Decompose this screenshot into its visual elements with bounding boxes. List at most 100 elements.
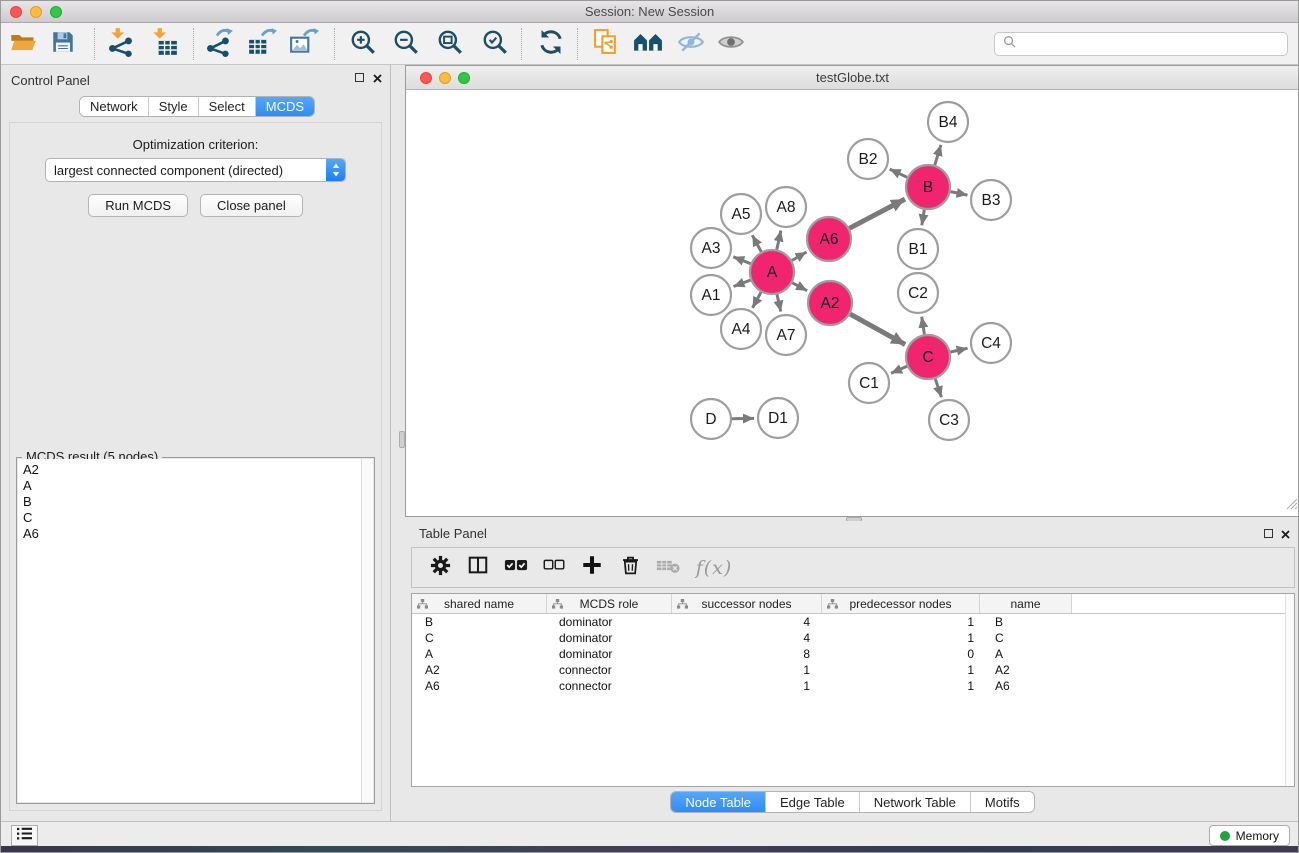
graph-edge-B-B3[interactable] [951, 192, 968, 196]
close-table-panel-button[interactable] [1280, 529, 1291, 540]
export-network-button[interactable] [202, 28, 236, 60]
table-panel: Table Panel f(x) shared name MCDS role [405, 521, 1299, 821]
show-all-button[interactable] [714, 28, 748, 60]
mcds-result-item[interactable]: A [23, 478, 361, 494]
tab-select[interactable]: Select [199, 97, 256, 116]
graph-edge-A-A5[interactable] [752, 235, 761, 252]
table-row[interactable]: A2connector11A2 [412, 662, 1294, 678]
tab-network-table[interactable]: Network Table [860, 792, 971, 812]
graph-edge-A-A8[interactable] [777, 231, 781, 250]
network-window-title: testGlobe.txt [406, 66, 1299, 90]
graph-edge-A-A4[interactable] [753, 292, 762, 308]
open-session-button[interactable] [6, 28, 40, 60]
optimization-criterion-select[interactable]: largest connected component (directed) [45, 158, 346, 182]
zoom-out-button[interactable] [389, 28, 423, 60]
table-scrollbar[interactable] [1285, 594, 1294, 786]
search-field[interactable] [994, 32, 1288, 56]
graph-edge-B-B1[interactable] [922, 210, 925, 226]
float-panel-button[interactable] [355, 73, 364, 82]
column-header-name[interactable]: name [980, 594, 1072, 613]
plus-icon [581, 554, 603, 581]
column-header-label: MCDS role [580, 597, 639, 611]
graph-node-label: D [705, 411, 716, 428]
graph-edge-B-B2[interactable] [890, 169, 908, 177]
run-mcds-button[interactable]: Run MCDS [88, 194, 188, 217]
show-columns-button[interactable] [466, 555, 490, 581]
graph-edge-A2-C[interactable] [850, 314, 905, 344]
close-window-button[interactable] [10, 6, 22, 18]
network-window-titlebar[interactable]: testGlobe.txt [406, 66, 1299, 90]
mcds-result-item[interactable]: B [23, 494, 361, 510]
graph-edge-A-A1[interactable] [734, 280, 751, 286]
save-session-button[interactable] [46, 28, 80, 60]
import-table-button[interactable] [147, 28, 181, 60]
resize-grip-icon[interactable] [1285, 497, 1298, 515]
apply-layout-button[interactable] [534, 28, 568, 60]
graph-edge-A-A3[interactable] [733, 257, 750, 264]
delete-table-button[interactable] [656, 555, 680, 581]
optimization-criterion-label: Optimization criterion: [10, 137, 381, 152]
zoom-selected-button[interactable] [478, 28, 512, 60]
search-input[interactable] [1021, 37, 1279, 52]
graph-edge-A-A6[interactable] [792, 252, 807, 261]
add-row-button[interactable] [580, 555, 604, 581]
column-header-shared-name[interactable]: shared name [412, 594, 547, 613]
memory-button[interactable]: Memory [1209, 825, 1290, 846]
import-network-button[interactable] [104, 28, 138, 60]
close-panel-button[interactable]: Close panel [200, 194, 303, 217]
hide-selected-button[interactable] [674, 28, 708, 60]
table-settings-button[interactable] [428, 555, 452, 581]
new-network-from-selection-button[interactable] [588, 28, 622, 60]
network-canvas[interactable]: B4B2BB3A8A5A6A3B1AA1C2A2A4A7C4CC1DD1C3 [406, 90, 1299, 516]
mcds-result-scrollbar[interactable] [361, 459, 373, 802]
network-close-button[interactable] [420, 72, 432, 84]
minimize-window-button[interactable] [30, 6, 42, 18]
network-vertical-scrollbar-thumb[interactable] [399, 431, 405, 448]
zoom-in-button[interactable] [346, 28, 380, 60]
mcds-result-item[interactable]: C [23, 510, 361, 526]
graph-node-label: B3 [982, 192, 1001, 209]
table-row[interactable]: Cdominator41C [412, 630, 1294, 646]
graph-edge-A6-B[interactable] [849, 199, 905, 228]
graph-edge-C-C3[interactable] [935, 379, 941, 397]
export-image-button[interactable] [287, 28, 321, 60]
graph-edge-B-B4[interactable] [935, 145, 941, 165]
tab-network[interactable]: Network [80, 97, 149, 116]
float-table-panel-button[interactable] [1264, 529, 1273, 538]
zoom-fit-button[interactable] [433, 28, 467, 60]
close-panel-icon-button[interactable] [372, 73, 383, 84]
tab-motifs[interactable]: Motifs [971, 792, 1034, 812]
mcds-result-item[interactable]: A6 [23, 526, 361, 542]
deselect-all-columns-button[interactable] [542, 555, 566, 581]
first-neighbors-button[interactable] [631, 28, 665, 60]
function-builder-button[interactable]: f(x) [694, 555, 734, 581]
graph-edge-C-C2[interactable] [922, 317, 925, 335]
select-all-columns-button[interactable] [504, 555, 528, 581]
tab-style[interactable]: Style [149, 97, 199, 116]
table-row[interactable]: A6connector11A6 [412, 678, 1294, 694]
graph-edge-C-C4[interactable] [951, 348, 968, 352]
graph-edge-C-C1[interactable] [891, 366, 907, 373]
graph-edge-A-A7[interactable] [777, 295, 781, 312]
network-minimize-button[interactable] [439, 72, 451, 84]
tab-edge-table[interactable]: Edge Table [766, 792, 860, 812]
main-toolbar [1, 23, 1298, 65]
network-zoom-button[interactable] [458, 72, 470, 84]
column-header-successor-nodes[interactable]: successor nodes [672, 594, 822, 613]
mcds-result-item[interactable]: A2 [23, 462, 361, 478]
task-history-button[interactable] [11, 825, 38, 846]
graph-node-label: A5 [732, 206, 751, 223]
tab-node-table[interactable]: Node Table [671, 792, 766, 812]
table-cell: 1 [822, 678, 980, 694]
delete-row-button[interactable] [618, 555, 642, 581]
column-header-mcds-role[interactable]: MCDS role [547, 594, 672, 613]
column-header-predecessor-nodes[interactable]: predecessor nodes [822, 594, 980, 613]
table-row[interactable]: Adominator80A [412, 646, 1294, 662]
table-cell: 1 [822, 630, 980, 646]
zoom-window-button[interactable] [50, 6, 62, 18]
export-table-button[interactable] [245, 28, 279, 60]
graph-edge-A-A2[interactable] [792, 283, 807, 291]
tab-mcds[interactable]: MCDS [256, 97, 314, 116]
table-row[interactable]: Bdominator41B [412, 614, 1294, 630]
mcds-result-list[interactable]: A2ABCA6 [18, 459, 361, 802]
